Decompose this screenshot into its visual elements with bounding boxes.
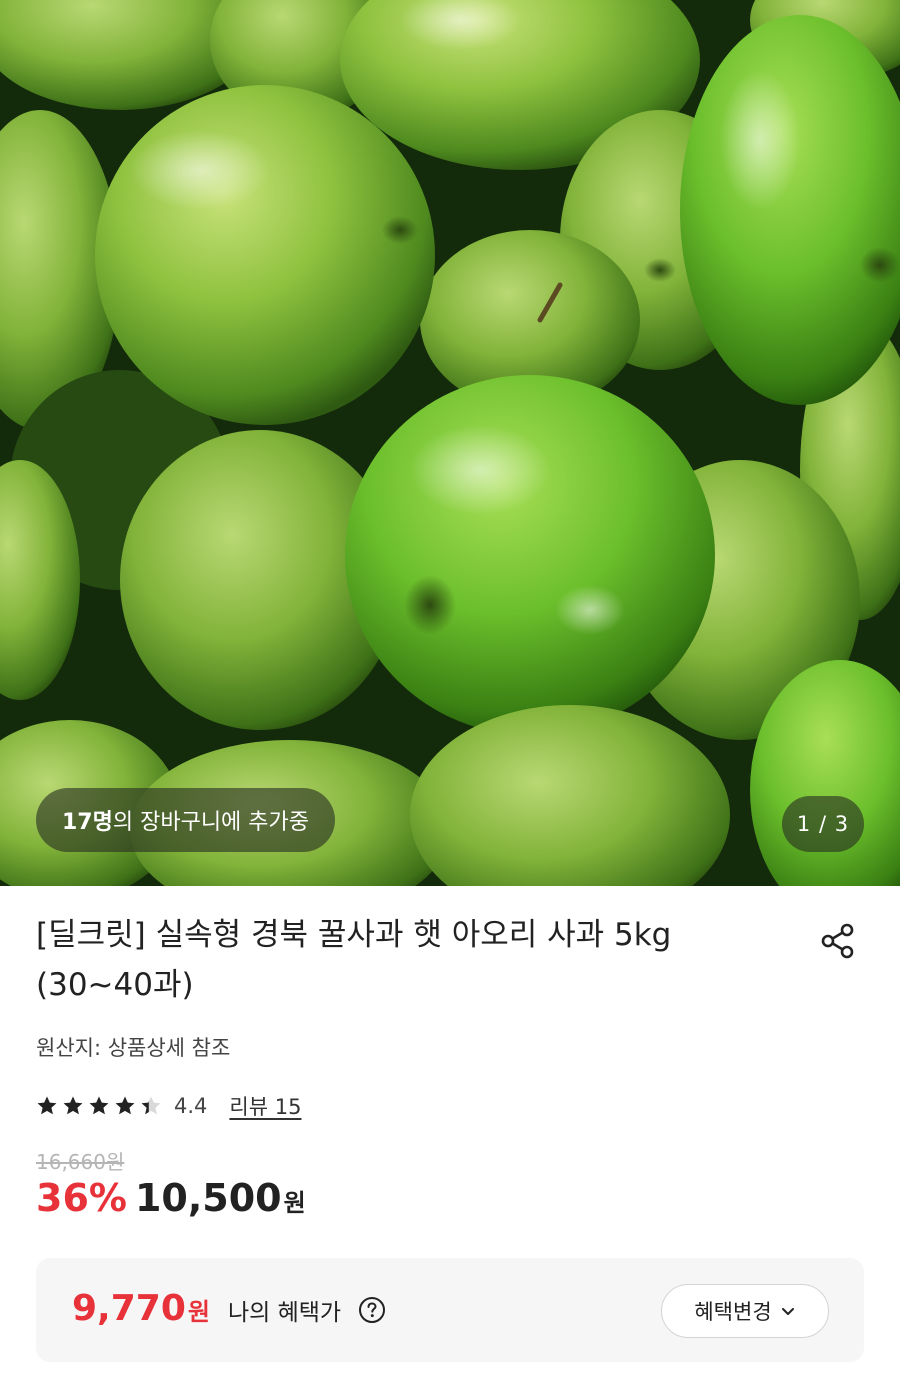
benefit-unit: 원 [187,1298,210,1326]
product-title-line1: [딜크릿] 실속형 경북 꿀사과 햇 아오리 사과 5kg [36,917,672,953]
cart-count: 17명 [62,810,113,835]
cart-activity-badge: 17명 의 장바구니에 추가중 [36,788,336,852]
change-benefit-label: 혜택변경 [694,1300,772,1324]
rating-row: 4.4 리뷰 15 [36,1088,301,1124]
benefit-box: 9,770 원 나의 혜택가 혜택변경 [36,1258,864,1362]
star-icon [37,1096,57,1115]
green-apples-photo [0,0,900,886]
cart-activity-text: 의 장바구니에 추가중 [112,810,310,835]
product-title-line2: (30~40과) [36,967,194,1003]
star-icon [89,1096,109,1115]
star-icon [115,1096,135,1115]
chevron-down-icon [781,1308,794,1315]
change-benefit-button[interactable]: 혜택변경 [661,1284,829,1338]
price-row: 36% 10,500 원 [36,1176,306,1232]
question-circle-icon[interactable] [358,1296,386,1324]
star-icon [63,1096,83,1115]
share-icon [821,923,854,959]
sale-price-unit: 원 [283,1189,306,1217]
benefit-label: 나의 혜택가 [227,1300,342,1326]
benefit-amount: 9,770 [72,1288,186,1329]
review-link[interactable]: 리뷰 15 [229,1091,301,1121]
sale-price: 10,500 [134,1176,282,1220]
product-title: [딜크릿] 실속형 경북 꿀사과 햇 아오리 사과 5kg (30~40과) [36,910,756,1010]
rating-value: 4.4 [174,1094,208,1118]
share-button[interactable] [815,918,861,964]
benefit-price: 9,770 원 나의 혜택가 [72,1288,341,1329]
discount-rate: 36% [36,1176,127,1220]
original-price: 16,660원 [36,1150,125,1174]
rating-stars [36,1095,166,1117]
star-icon [141,1096,161,1115]
origin-info: 원산지: 상품상세 참조 [36,1036,231,1060]
product-image[interactable]: 17명 의 장바구니에 추가중 1 / 3 [0,0,900,886]
image-page-indicator: 1 / 3 [782,796,864,852]
